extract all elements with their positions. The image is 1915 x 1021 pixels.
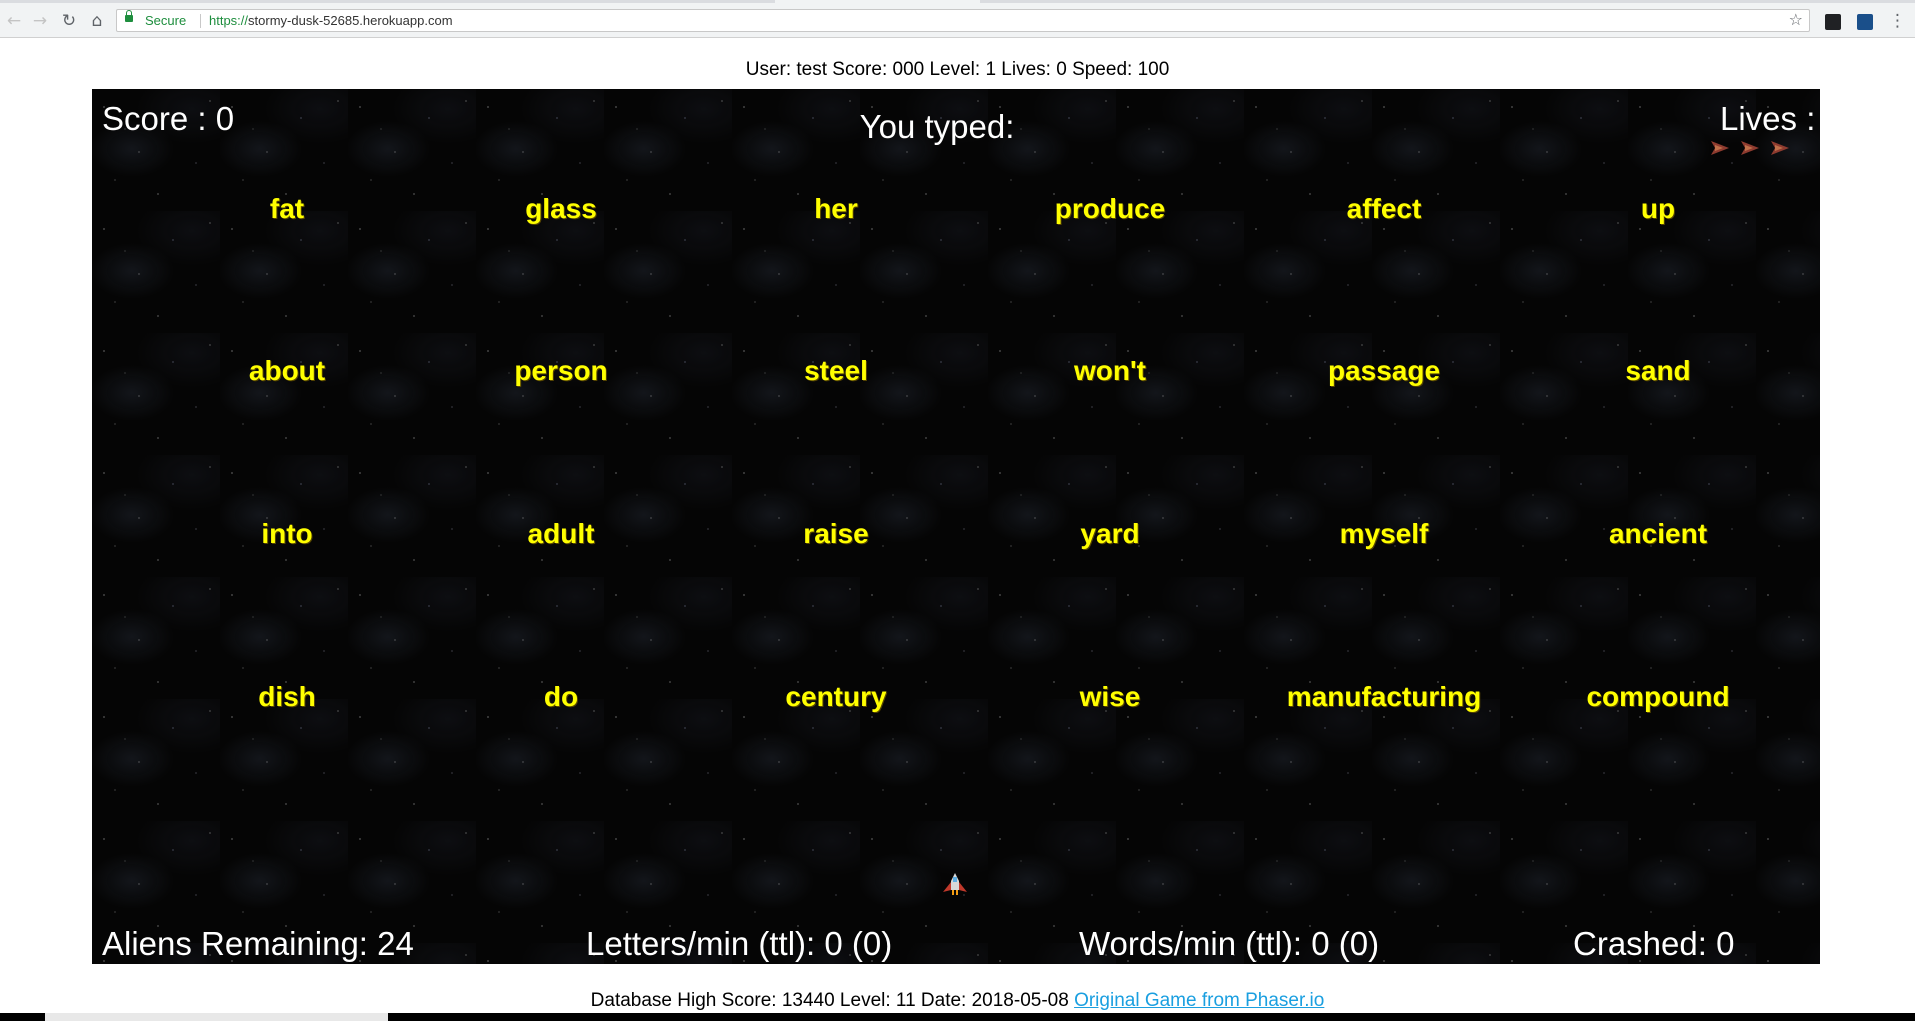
alien-word: dish [258, 681, 316, 712]
alien-word: century [785, 681, 887, 712]
lock-icon [125, 10, 133, 22]
alien-word: steel [804, 355, 868, 386]
alien-word: up [1640, 193, 1676, 224]
url-scheme: https:// [209, 13, 249, 28]
alien-word: manufacturing [1286, 681, 1482, 712]
alien-word: her [814, 193, 858, 224]
os-taskbar [0, 1013, 1915, 1021]
player-ship-icon [943, 873, 967, 895]
alien-word: myself [1339, 518, 1429, 549]
extension-icon[interactable] [1825, 14, 1841, 30]
secure-label: Secure [145, 13, 187, 28]
tab-edge [0, 0, 775, 3]
alien-word: raise [803, 518, 869, 549]
typed-display: You typed: [859, 108, 1015, 145]
alien-word: sand [1625, 355, 1691, 386]
alien-word: ancient [1608, 518, 1708, 549]
game-canvas[interactable]: Score : 0 You typed: Lives : fat glass her… [92, 89, 1820, 964]
crashed-count: Crashed: 0 [1573, 925, 1735, 962]
life-ship-icon [1711, 141, 1729, 155]
taskbar-item[interactable] [45, 1013, 388, 1021]
phaser-link[interactable]: Original Game from Phaser.io [1074, 990, 1324, 1011]
alien-word: person [514, 355, 608, 386]
user-status-line: User: test Score: 000 Level: 1 Lives: 0 … [745, 59, 1170, 80]
lives-label: Lives : [1720, 100, 1816, 137]
alien-word: into [261, 518, 313, 549]
url-host: stormy-dusk-52685.herokuapp.com [248, 13, 453, 28]
letters-per-minute: Letters/min (ttl): 0 (0) [586, 925, 893, 962]
alien-word: do [543, 681, 579, 712]
high-score-text: Database High Score: 13440 Level: 11 Dat… [590, 990, 1069, 1011]
life-ship-icon [1771, 141, 1789, 155]
browser-toolbar: ← → ↻ ⌂ Secure https://stormy-dusk-52685… [0, 4, 1915, 38]
browser-menu-icon[interactable]: ⋮ [1889, 11, 1906, 31]
alien-word: about [248, 355, 326, 386]
alien-word: glass [525, 193, 597, 224]
alien-word: adult [527, 518, 595, 549]
back-arrow-icon[interactable]: ← [3, 10, 25, 32]
aliens-remaining: Aliens Remaining: 24 [102, 925, 414, 962]
words-per-minute: Words/min (ttl): 0 (0) [1079, 925, 1380, 962]
address-bar[interactable]: Secure https://stormy-dusk-52685.herokua… [116, 9, 1810, 32]
alien-word: yard [1080, 518, 1140, 549]
alien-word: wise [1079, 681, 1141, 712]
reload-icon[interactable]: ↻ [58, 10, 80, 32]
url-text[interactable]: https://stormy-dusk-52685.herokuapp.com [209, 13, 453, 28]
tab-edge [980, 0, 1915, 3]
alien-word: affect [1346, 193, 1422, 224]
alien-word: produce [1054, 193, 1166, 224]
alien-word: won't [1074, 355, 1146, 386]
bookmark-star-icon[interactable]: ☆ [1789, 10, 1803, 29]
alien-word: fat [269, 193, 305, 224]
address-divider [200, 14, 201, 28]
home-icon[interactable]: ⌂ [86, 10, 108, 32]
life-ship-icon [1741, 141, 1759, 155]
alien-word: compound [1586, 681, 1730, 712]
alien-word: passage [1327, 355, 1441, 386]
forward-arrow-icon[interactable]: → [29, 10, 51, 32]
profile-extension-icon[interactable] [1857, 14, 1873, 30]
footer: Database High Score: 13440 Level: 11 Dat… [0, 990, 1915, 1012]
